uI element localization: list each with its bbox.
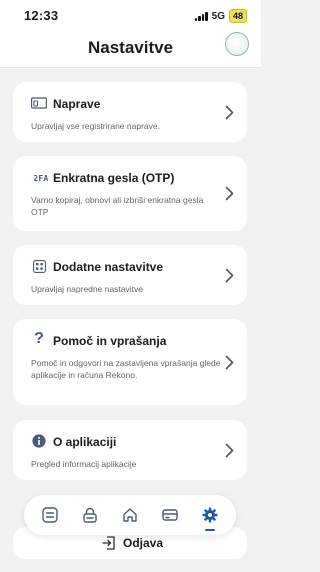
status-indicators: 5G 48 (194, 9, 247, 23)
status-bar: 12:33 5G 48 (0, 0, 261, 30)
card-devices[interactable]: Naprave Upravljaj vse registrirane napra… (13, 82, 247, 142)
card-title: O aplikaciji (53, 435, 117, 449)
nav-lock[interactable] (76, 501, 104, 529)
chevron-right-icon (225, 443, 234, 458)
card-description: Upravljaj napredne nastavitve (31, 284, 143, 294)
devices-icon (31, 96, 47, 110)
nav-card[interactable] (156, 501, 184, 529)
lock-icon (83, 507, 97, 523)
card-icon (162, 509, 178, 521)
card-advanced-settings[interactable]: Dodatne nastavitve Upravljaj napredne na… (13, 245, 247, 305)
logout-label: Odjava (123, 536, 164, 550)
grid-settings-icon (31, 259, 47, 273)
nav-active-indicator (205, 529, 215, 531)
info-icon (31, 434, 47, 448)
logout-icon (102, 536, 115, 550)
card-help[interactable]: ? Pomoč in vprašanja Pomoč in odgovori n… (13, 319, 247, 405)
battery-level: 48 (228, 9, 247, 23)
chevron-right-icon (225, 186, 234, 201)
card-title: Enkratna gesla (OTP) (53, 171, 175, 185)
nav-settings[interactable] (196, 501, 224, 531)
network-type: 5G (211, 10, 225, 22)
card-about[interactable]: O aplikaciji Pregled informacij aplikaci… (13, 420, 247, 480)
bottom-nav (24, 495, 236, 535)
nav-home[interactable] (116, 501, 144, 529)
home-icon (123, 508, 137, 522)
card-title: Pomoč in vprašanja (53, 334, 167, 348)
card-description: Varno kopiraj, obnovi ali izbriši enkrat… (31, 195, 204, 217)
card-description: Pomoč in odgovori na zastavljena vprašan… (31, 358, 221, 380)
chevron-right-icon (225, 105, 234, 120)
card-title: Dodatne nastavitve (53, 260, 164, 274)
status-time: 12:33 (24, 8, 59, 23)
chevron-right-icon (225, 268, 234, 283)
card-description: Upravljaj vse registrirane naprave. (31, 121, 160, 131)
card-description: Pregled informacij aplikacije (31, 459, 137, 469)
nav-list[interactable] (36, 501, 64, 529)
card-otp[interactable]: 2FA Enkratna gesla (OTP) Varno kopiraj, … (13, 156, 247, 231)
question-icon: ? (34, 330, 44, 347)
header: Nastavitve (0, 30, 261, 68)
chevron-right-icon (225, 355, 234, 370)
card-title: Naprave (53, 97, 101, 111)
page-title: Nastavitve (87, 38, 174, 57)
signal-icon (194, 11, 208, 21)
avatar[interactable] (225, 32, 249, 56)
gear-icon (202, 507, 218, 523)
list-icon (42, 507, 58, 523)
2fa-icon: 2FA (33, 173, 49, 183)
